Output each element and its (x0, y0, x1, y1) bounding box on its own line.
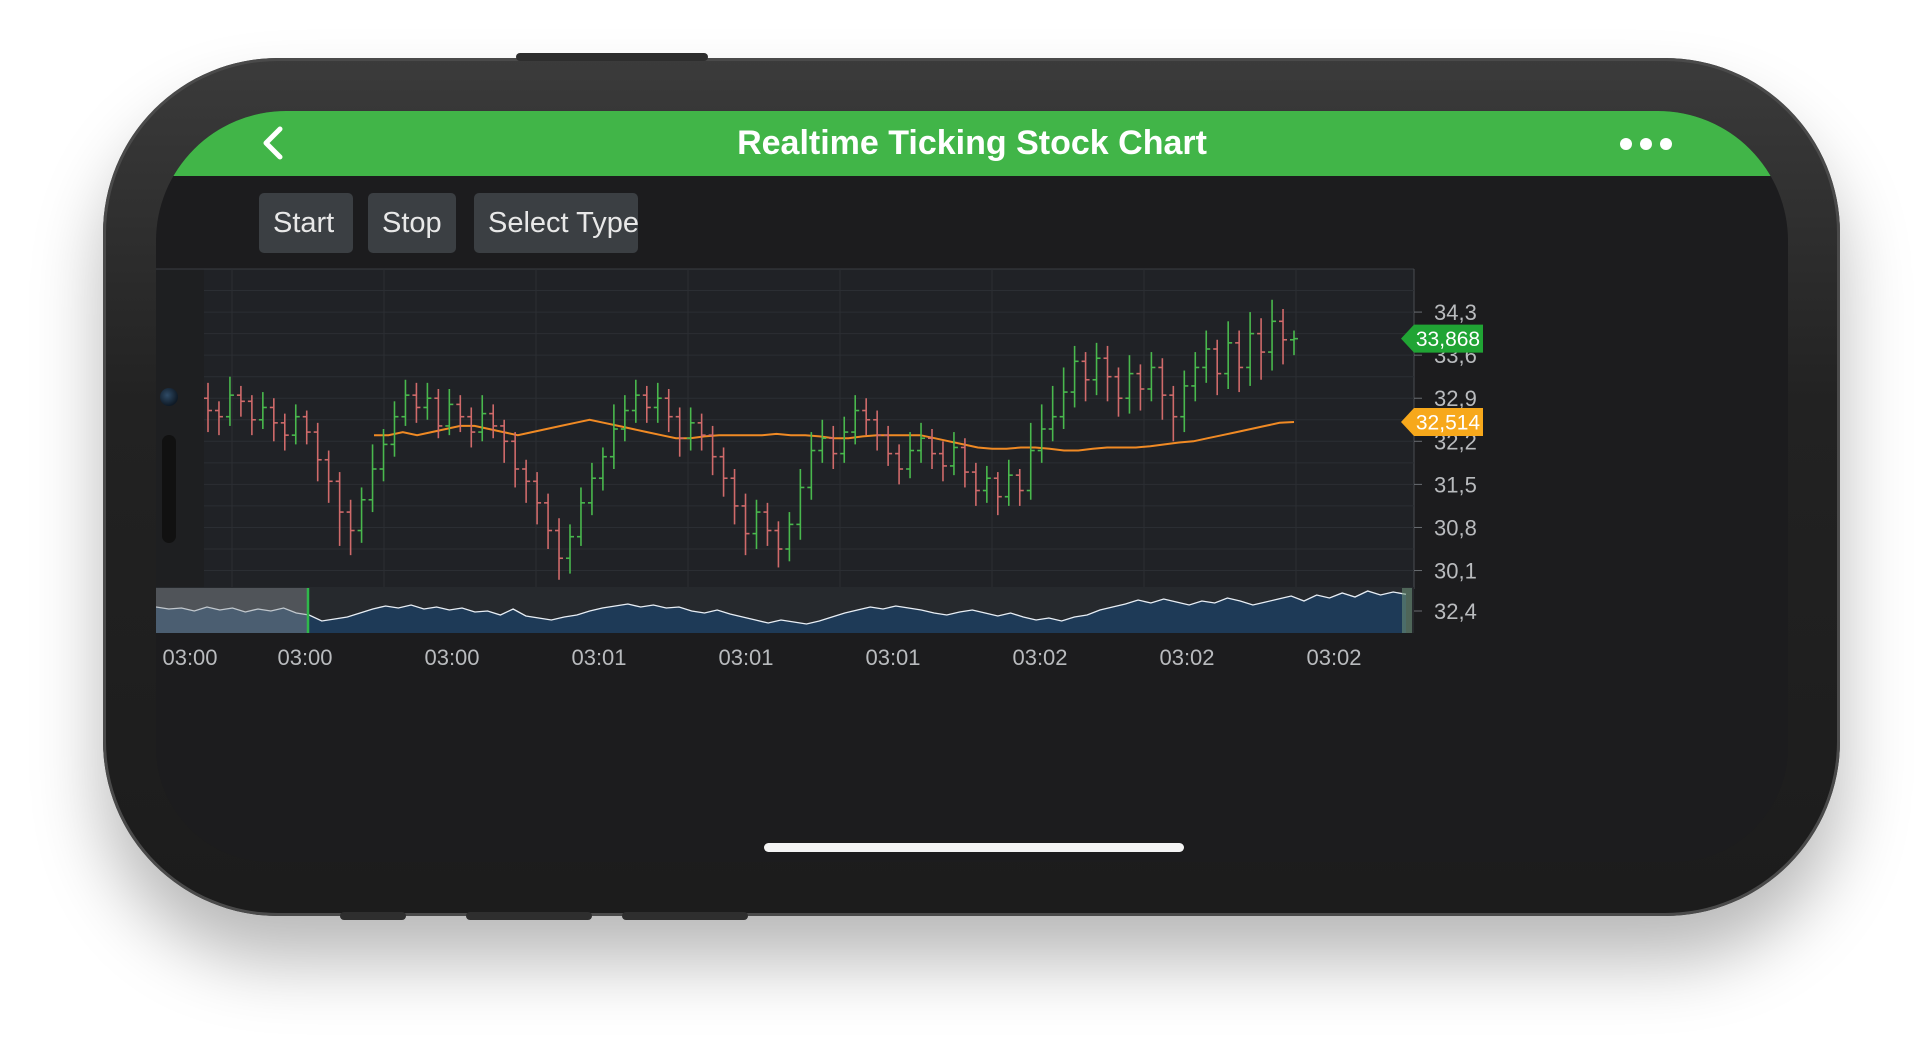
overview-x-ticks: 03:00 03:00 03:00 03:01 03:01 03:01 03:02 03:02… (162, 645, 1361, 670)
overview-unselected-region[interactable] (156, 588, 308, 633)
overview-x-tick-label: 03:02 (1012, 645, 1067, 670)
overview-x-tick-label: 03:01 (865, 645, 920, 670)
overview-right-handle[interactable] (1402, 588, 1412, 633)
overview-y-ticks: 32,4 (1414, 599, 1477, 624)
app-screen: Realtime Ticking Stock Chart Start Stop … (156, 111, 1788, 862)
phone-bottom-button-1 (340, 912, 406, 920)
y-tick-label: 30,8 (1434, 515, 1477, 540)
y-tick-label: 31,5 (1434, 472, 1477, 497)
stock-chart[interactable]: 34,333,632,932,231,530,830,1 03:0003:010… (156, 111, 1788, 862)
phone-top-button (516, 53, 708, 61)
overview-x-tick-label: 03:02 (1306, 645, 1361, 670)
overview-x-tick-label: 03:01 (571, 645, 626, 670)
overview-x-tick-label: 03:02 (1159, 645, 1214, 670)
overview-x-tick-label: 03:00 (424, 645, 479, 670)
side-speaker (162, 435, 176, 543)
moving-average-label: 32,514 (1416, 411, 1481, 434)
main-plot-area[interactable] (204, 269, 1414, 589)
camera-lens (160, 388, 178, 406)
overview-x-tick-label: 03:00 (277, 645, 332, 670)
y-tick-label: 34,3 (1434, 300, 1477, 325)
moving-average-badge: 32,514 (1401, 407, 1483, 436)
overview-y-tick-label: 32,4 (1434, 599, 1477, 624)
home-indicator (764, 843, 1184, 852)
overview-x-tick-label: 03:01 (718, 645, 773, 670)
overview-x-tick-label: 03:00 (162, 645, 217, 670)
y-tick-label: 32,9 (1434, 386, 1477, 411)
phone-bottom-button-3 (622, 912, 748, 920)
last-price-badge: 33,868 (1401, 324, 1483, 353)
y-tick-label: 30,1 (1434, 559, 1477, 584)
last-price-label: 33,868 (1416, 328, 1480, 351)
phone-bottom-button-2 (466, 912, 592, 920)
